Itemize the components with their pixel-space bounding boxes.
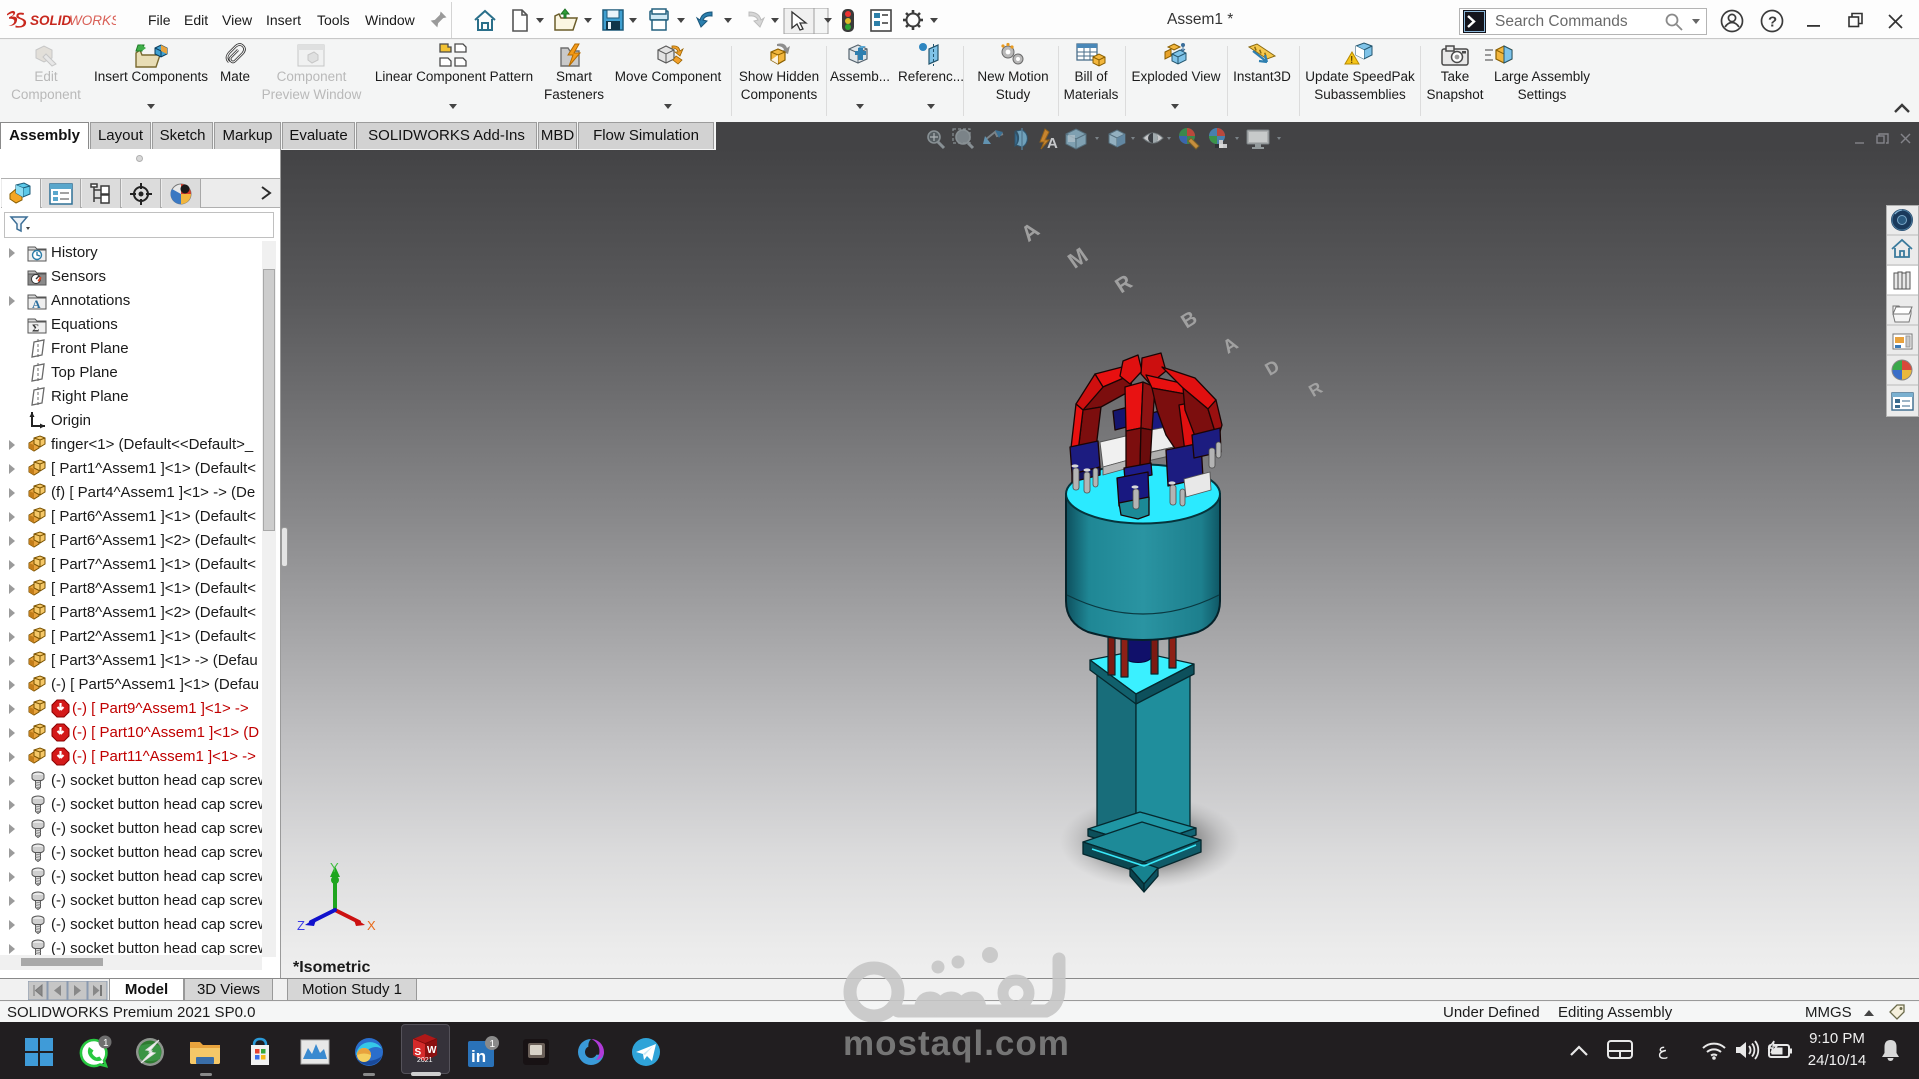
svg-text:2021: 2021: [417, 1057, 433, 1064]
svg-text:A: A: [1016, 217, 1044, 247]
svg-text:W: W: [427, 1045, 437, 1056]
svg-text:R: R: [1111, 271, 1136, 299]
svg-text:WORKS: WORKS: [69, 13, 116, 28]
svg-text:Σ: Σ: [32, 323, 39, 335]
svg-text:R: R: [1306, 378, 1326, 401]
svg-text:Z: Z: [297, 918, 305, 933]
svg-text:?: ?: [1768, 14, 1777, 31]
svg-text:Y: Y: [330, 862, 339, 875]
svg-text:A: A: [32, 297, 41, 310]
svg-text:A: A: [1219, 333, 1242, 358]
svg-text:1: 1: [103, 1038, 109, 1049]
svg-text:D: D: [1262, 356, 1283, 380]
svg-text:M: M: [1063, 242, 1092, 273]
svg-text:X: X: [367, 918, 376, 933]
svg-text:!: !: [1350, 55, 1353, 66]
svg-text:SOLID: SOLID: [30, 13, 72, 28]
svg-text:B: B: [1177, 307, 1201, 333]
svg-text:in: in: [471, 1047, 486, 1066]
svg-text:1: 1: [490, 1039, 496, 1050]
svg-text:A: A: [1047, 135, 1058, 152]
